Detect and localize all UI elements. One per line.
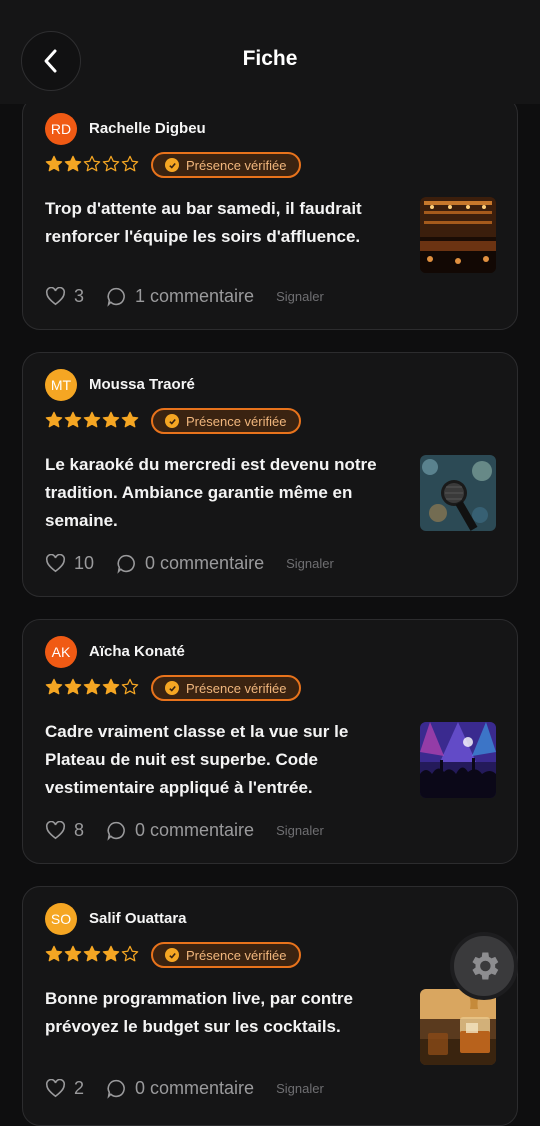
comment-count: 0 commentaire <box>135 819 255 840</box>
star-filled-icon <box>102 945 120 962</box>
review-text: Le karaoké du mercredi est devenu notre … <box>45 455 377 530</box>
report-link[interactable]: Signaler <box>286 556 334 571</box>
review-actions: 2 0 commentaire Signaler <box>45 1076 324 1100</box>
gear-icon <box>472 952 499 980</box>
comment-icon <box>107 287 125 307</box>
heart-icon <box>46 820 65 839</box>
check-icon <box>165 158 179 172</box>
badge-label: Présence vérifiée <box>186 680 287 696</box>
review-actions: 8 0 commentaire Signaler <box>45 818 324 842</box>
like-button[interactable]: 8 <box>45 820 84 841</box>
star-rating <box>45 155 139 175</box>
star-empty-icon <box>121 155 139 172</box>
comment-icon <box>117 554 135 574</box>
whisky-glass-photo[interactable] <box>420 989 496 1065</box>
comments-button[interactable]: 0 commentaire <box>106 820 254 841</box>
review-card: AK Aïcha Konaté Présence vérifiée Cadre … <box>22 619 518 864</box>
star-empty-icon <box>83 155 101 172</box>
like-button[interactable]: 10 <box>45 553 94 574</box>
badge-label: Présence vérifiée <box>186 413 287 429</box>
star-filled-icon <box>64 678 82 695</box>
star-filled-icon <box>64 411 82 428</box>
report-link[interactable]: Signaler <box>276 823 324 838</box>
comments-button[interactable]: 0 commentaire <box>106 1078 254 1099</box>
review-text: Bonne programmation live, par contre pré… <box>45 989 353 1036</box>
star-filled-icon <box>83 945 101 962</box>
star-empty-icon <box>102 155 120 172</box>
review-actions: 10 0 commentaire Signaler <box>45 551 334 575</box>
star-empty-icon <box>121 945 139 962</box>
star-rating <box>45 411 139 431</box>
star-filled-icon <box>102 411 120 428</box>
star-filled-icon <box>64 155 82 172</box>
badge-label: Présence vérifiée <box>186 157 287 173</box>
badge-label: Présence vérifiée <box>186 947 287 963</box>
author-name: Aïcha Konaté <box>89 643 185 660</box>
report-link[interactable]: Signaler <box>276 1081 324 1096</box>
comments-button[interactable]: 1 commentaire <box>106 286 254 307</box>
verified-badge: Présence vérifiée <box>151 408 301 434</box>
verified-badge: Présence vérifiée <box>151 152 301 178</box>
star-empty-icon <box>121 678 139 695</box>
like-count: 2 <box>74 1077 85 1098</box>
star-filled-icon <box>45 945 63 962</box>
avatar: RD <box>45 113 77 145</box>
like-button[interactable]: 2 <box>45 1078 84 1099</box>
avatar: MT <box>45 369 77 401</box>
review-actions: 3 1 commentaire Signaler <box>45 284 324 308</box>
review-card: MT Moussa Traoré Présence vérifiée Le ka… <box>22 352 518 597</box>
concert-crowd-photo[interactable] <box>420 722 496 798</box>
star-filled-icon <box>45 411 63 428</box>
avatar: SO <box>45 903 77 935</box>
check-icon <box>165 681 179 695</box>
star-filled-icon <box>64 945 82 962</box>
review-text: Cadre vraiment classe et la vue sur le P… <box>45 722 349 797</box>
settings-button[interactable] <box>450 932 518 1000</box>
star-filled-icon <box>83 411 101 428</box>
star-rating <box>45 945 139 965</box>
star-filled-icon <box>83 678 101 695</box>
page-title: Fiche <box>242 47 298 70</box>
star-filled-icon <box>45 678 63 695</box>
check-icon <box>165 414 179 428</box>
verified-badge: Présence vérifiée <box>151 675 301 701</box>
author-name: Salif Ouattara <box>89 910 187 927</box>
like-count: 8 <box>74 819 85 840</box>
report-link[interactable]: Signaler <box>276 289 324 304</box>
review-card: SO Salif Ouattara Présence vérifiée Bonn… <box>22 886 518 1126</box>
comment-count: 0 commentaire <box>135 1077 255 1098</box>
star-filled-icon <box>121 411 139 428</box>
like-count: 10 <box>74 552 95 573</box>
review-card: RD Rachelle Digbeu Présence vérifiée Tro… <box>22 96 518 330</box>
heart-icon <box>46 286 65 305</box>
comment-icon <box>107 821 125 841</box>
like-button[interactable]: 3 <box>45 286 84 307</box>
like-count: 3 <box>74 285 85 306</box>
comment-count: 1 commentaire <box>135 285 255 306</box>
comment-count: 0 commentaire <box>145 552 265 573</box>
review-text: Trop d'attente au bar samedi, il faudrai… <box>45 199 362 246</box>
heart-icon <box>46 1078 65 1097</box>
star-filled-icon <box>102 678 120 695</box>
star-filled-icon <box>45 155 63 172</box>
star-rating <box>45 678 139 698</box>
comments-button[interactable]: 0 commentaire <box>116 553 264 574</box>
verified-badge: Présence vérifiée <box>151 942 301 968</box>
avatar: AK <box>45 636 77 668</box>
author-name: Moussa Traoré <box>89 376 195 393</box>
check-icon <box>165 948 179 962</box>
bar-counter-photo[interactable] <box>420 197 496 273</box>
top-bar: Fiche <box>0 0 540 104</box>
author-name: Rachelle Digbeu <box>89 120 206 137</box>
microphone-photo[interactable] <box>420 455 496 531</box>
heart-icon <box>46 553 65 572</box>
comment-icon <box>107 1079 125 1099</box>
